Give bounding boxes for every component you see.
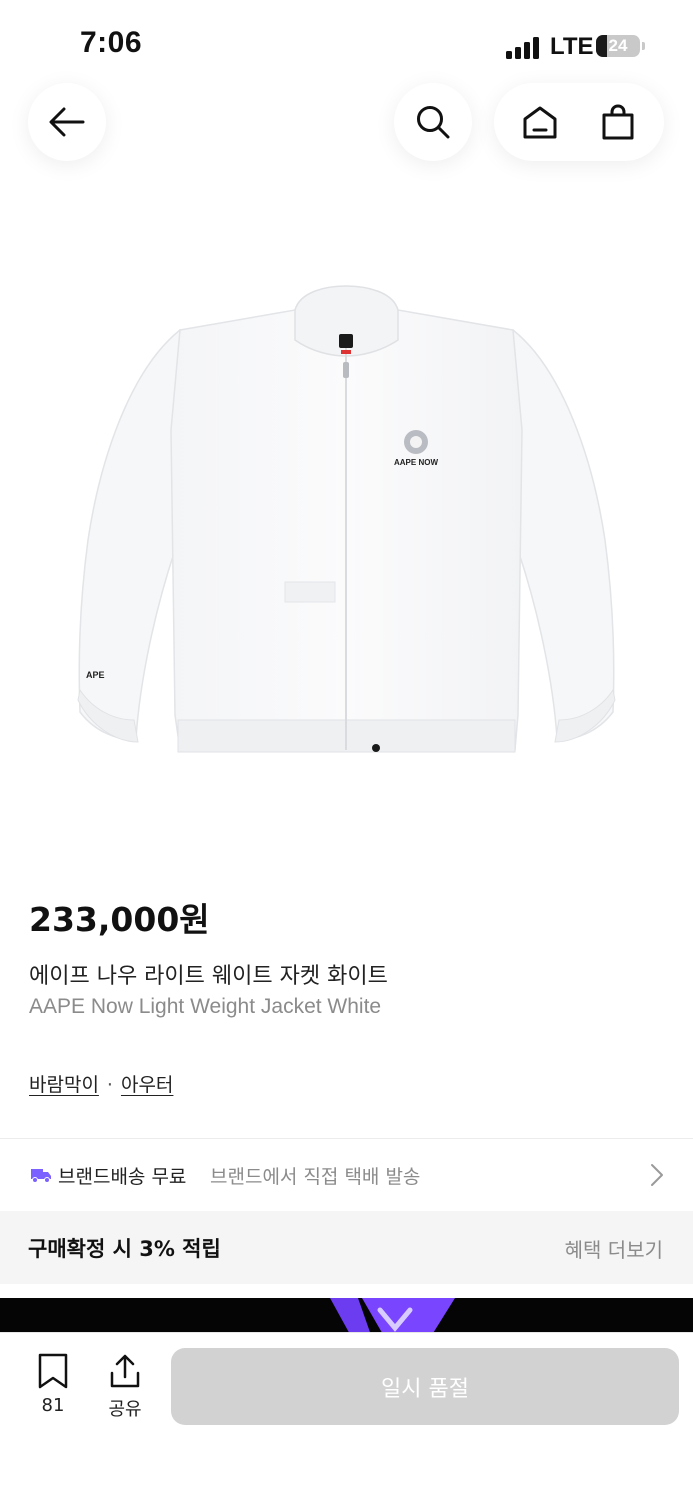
chest-logo-text: AAPE NOW	[394, 458, 438, 467]
more-benefits-link[interactable]: 혜택 더보기	[565, 1234, 663, 1263]
category-breadcrumb: 바람막이 · 아우터	[29, 1070, 173, 1097]
shipping-label: 브랜드배송 무료	[58, 1166, 187, 1188]
truck-icon	[31, 1169, 51, 1183]
status-time: 7:06	[80, 26, 143, 59]
share-button[interactable]: 공유	[98, 1349, 152, 1420]
share-label: 공유	[108, 1399, 142, 1420]
home-icon	[523, 106, 557, 139]
sold-out-button[interactable]: 일시 품절	[171, 1348, 679, 1425]
bookmark-count: 81	[41, 1395, 65, 1416]
home-button[interactable]	[501, 83, 579, 161]
chevron-right-icon	[651, 1164, 663, 1186]
search-icon	[417, 106, 450, 139]
battery-tip	[642, 42, 645, 50]
battery-icon: 24	[596, 35, 640, 57]
points-benefit-text: 구매확정 시 3% 적립	[28, 1237, 221, 1261]
product-image[interactable]: AAPE NOW APE	[60, 280, 633, 770]
category-link-outer[interactable]: 아우터	[121, 1074, 173, 1096]
network-label: LTE	[550, 33, 594, 60]
product-price: 233,000원	[29, 900, 210, 939]
bottom-action-bar: 81 공유 일시 품절	[0, 1332, 693, 1501]
search-button[interactable]	[394, 83, 472, 161]
product-name-korean: 에이프 나우 라이트 웨이트 자켓 화이트	[29, 964, 388, 989]
bookmark-icon	[38, 1353, 68, 1389]
share-icon	[110, 1354, 140, 1388]
shipping-info-row[interactable]: 브랜드배송 무료 브랜드에서 직접 택배 발송	[0, 1139, 693, 1211]
signal-icon	[506, 37, 540, 59]
benefit-row: 구매확정 시 3% 적립 혜택 더보기	[0, 1211, 693, 1284]
back-button[interactable]	[28, 83, 106, 161]
bookmark-button[interactable]: 81	[26, 1349, 80, 1419]
status-bar: 7:06 LTE 24	[0, 0, 693, 92]
shopping-bag-icon	[602, 104, 634, 140]
nav-pill	[494, 83, 664, 161]
battery-level: 24	[608, 36, 628, 55]
shipping-description: 브랜드에서 직접 택배 발송	[210, 1166, 421, 1188]
product-name-english: AAPE Now Light Weight Jacket White	[29, 995, 382, 1018]
sleeve-logo-text: APE	[86, 670, 105, 680]
category-separator: ·	[106, 1074, 113, 1096]
back-arrow-icon	[49, 107, 85, 137]
cart-button[interactable]	[579, 83, 657, 161]
category-link-windbreaker[interactable]: 바람막이	[29, 1074, 99, 1096]
